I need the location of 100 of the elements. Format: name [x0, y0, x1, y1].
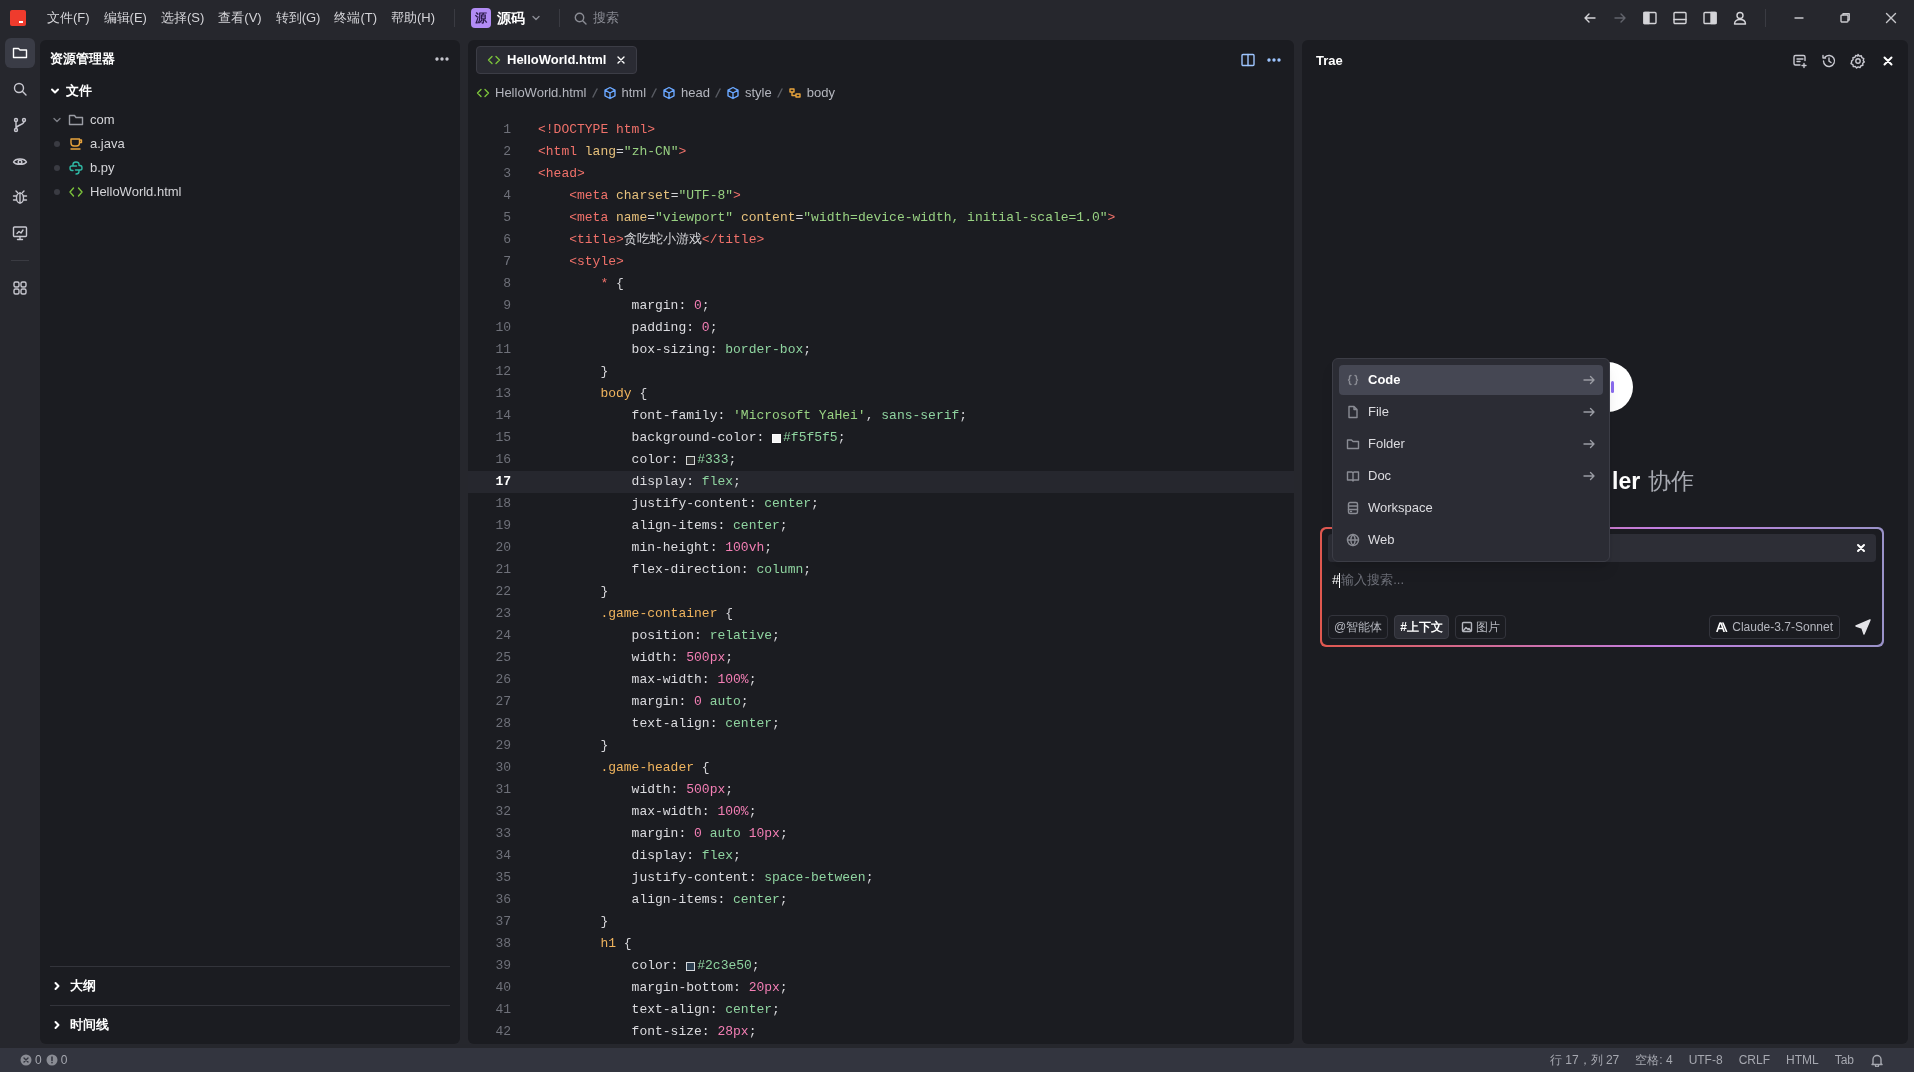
extensions-icon[interactable] [11, 279, 29, 297]
section-header[interactable]: 文件 [40, 78, 460, 104]
line-number: 8 [502, 275, 511, 293]
error-count[interactable]: 0 [20, 1051, 42, 1069]
menu-item[interactable]: 终端(T) [327, 5, 385, 31]
settings-icon[interactable] [1850, 53, 1866, 69]
line-number: 30 [494, 759, 511, 777]
line-number: 6 [502, 231, 511, 249]
bottom-panel-toggle-icon[interactable] [1672, 10, 1688, 26]
code-line: <meta charset="UTF-8"> [568, 187, 741, 205]
breadcrumb[interactable]: html [602, 83, 647, 103]
line-number: 23 [494, 605, 511, 623]
error-icon [20, 1054, 32, 1066]
status-item[interactable]: 空格: 4 [1635, 1051, 1673, 1069]
menu-item[interactable]: 选择(S) [153, 5, 212, 31]
section-header[interactable]: 时间线 [40, 1006, 460, 1044]
context-chip[interactable]: 图片 [1454, 615, 1506, 639]
breadcrumb[interactable]: head [662, 83, 710, 103]
code-line: min-height: 100vh; [630, 539, 773, 557]
project-name: 源码 [497, 8, 526, 28]
tree-item[interactable]: a.java [40, 132, 460, 156]
status-item[interactable]: Tab [1834, 1051, 1854, 1069]
status-item[interactable]: UTF-8 [1688, 1051, 1723, 1069]
code-line: padding: 0; [630, 319, 718, 337]
line-number: 41 [494, 1001, 511, 1019]
line-number: 38 [494, 935, 511, 953]
line-number: 33 [494, 825, 511, 843]
status-item[interactable]: 行 17，列 27 [1549, 1051, 1620, 1069]
line-number: 7 [502, 253, 511, 271]
code-line: font-family: 'Microsoft YaHei', sans-serif; [630, 407, 968, 425]
right-panel-toggle-icon[interactable] [1702, 10, 1718, 26]
project-selector[interactable]: 源 源码 [467, 7, 546, 29]
line-number: 1 [502, 121, 511, 139]
line-number: 2 [502, 143, 511, 161]
menu-item[interactable]: 查看(V) [211, 5, 269, 31]
status-item[interactable]: CRLF [1738, 1051, 1770, 1069]
code-line: justify-content: center; [630, 495, 819, 513]
code-line: h1 { [599, 935, 632, 953]
file-icon [1346, 405, 1360, 419]
menu-item[interactable]: Workspace [1339, 493, 1603, 523]
code-line: <!DOCTYPE html> [538, 121, 656, 139]
menu-item[interactable]: 编辑(E) [96, 5, 154, 31]
left-panel-toggle-icon[interactable] [1642, 10, 1658, 26]
breadcrumb[interactable]: HelloWorld.html [476, 83, 587, 103]
context-chip[interactable]: #上下文 [1394, 615, 1449, 639]
search-icon [574, 11, 588, 25]
line-number: 10 [494, 319, 511, 337]
menu-item[interactable]: 转到(G) [268, 5, 328, 31]
tree-item[interactable]: com [40, 108, 460, 132]
breadcrumb[interactable]: style [726, 83, 772, 103]
context-chip[interactable]: @智能体 [1328, 615, 1389, 639]
color-swatch[interactable] [686, 455, 696, 465]
bug-icon[interactable] [11, 188, 29, 206]
code-line: } [599, 913, 609, 931]
monitor-icon[interactable] [11, 224, 29, 242]
color-swatch[interactable] [686, 961, 696, 971]
bell-icon[interactable] [1870, 1053, 1884, 1067]
tree-item[interactable]: b.py [40, 156, 460, 180]
send-icon[interactable] [1854, 618, 1872, 636]
model-logo-icon [1716, 622, 1729, 632]
menu-item[interactable]: 文件(F) [40, 5, 97, 31]
input-field[interactable]: #输入搜索... [1328, 566, 1876, 594]
code-line: position: relative; [630, 627, 780, 645]
close-icon[interactable] [1885, 12, 1897, 24]
code-line: align-items: center; [630, 517, 788, 535]
line-number: 31 [494, 781, 511, 799]
restore-icon[interactable] [1839, 12, 1851, 24]
menu-item[interactable]: Doc [1339, 461, 1603, 491]
history-icon[interactable] [1821, 53, 1837, 69]
separator-icon [715, 87, 721, 99]
tree-bullet [54, 141, 60, 147]
menu-item[interactable]: 帮助(H) [384, 5, 443, 31]
code-line: flex-direction: column; [630, 561, 812, 579]
menu-item[interactable]: Folder [1339, 429, 1603, 459]
status-item[interactable]: HTML [1785, 1051, 1819, 1069]
new-chat-icon[interactable] [1792, 53, 1808, 69]
search-icon[interactable] [11, 80, 29, 98]
section-header[interactable]: 大纲 [40, 967, 460, 1005]
menu-item[interactable]: File [1339, 397, 1603, 427]
model-selector[interactable]: Claude-3.7-Sonnet [1709, 615, 1840, 639]
warning-count[interactable]: 0 [45, 1051, 68, 1069]
panel-title: 资源管理器 [50, 50, 115, 69]
breadcrumb[interactable]: body [787, 83, 835, 103]
editor-tab[interactable]: HelloWorld.html [476, 46, 638, 74]
code-line: } [599, 583, 609, 601]
menu-item[interactable]: Code [1339, 365, 1603, 395]
color-swatch[interactable] [772, 433, 782, 443]
app-logo-icon [10, 10, 26, 26]
code-line: <meta name="viewport" content="width=device-width, initial-scale=1.0"> [568, 209, 1116, 227]
search-field[interactable]: 搜索 [574, 8, 875, 28]
code-line: width: 500px; [630, 781, 734, 799]
line-number: 19 [494, 517, 511, 535]
tree-item[interactable]: HelloWorld.html [40, 180, 460, 204]
code-line: .game-container { [599, 605, 734, 623]
account-icon[interactable] [1732, 10, 1748, 26]
split-editor-icon[interactable] [1240, 52, 1256, 68]
branch-icon[interactable] [11, 116, 29, 134]
line-number: 12 [494, 363, 511, 381]
menu-item[interactable]: Web [1339, 525, 1603, 555]
line-number: 39 [494, 957, 511, 975]
